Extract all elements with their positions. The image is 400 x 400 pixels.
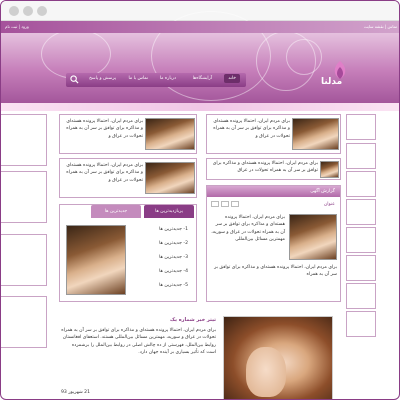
article-card-top-right[interactable]: برای مردم ایران، احتمالا پرونده هسته‌ای … <box>206 114 341 154</box>
right-side-box-1 <box>346 114 376 140</box>
left-side-box-1 <box>1 114 47 166</box>
tabbed-list-panel: پربازدیدترین ها جدیدترین ها 1- جدیدترین … <box>59 204 197 302</box>
list-item[interactable]: 1- جدیدترین ها <box>128 227 188 232</box>
article-thumbnail[interactable] <box>292 118 339 150</box>
news-title[interactable]: تیتر خبر شماره یک <box>91 317 216 324</box>
article-excerpt: برای مردم ایران، احتمالا پرونده هسته‌ای … <box>212 161 318 174</box>
article-excerpt: برای مردم ایران، احتمالا پرونده هسته‌ای … <box>66 163 143 183</box>
news-date: 21 شهریور 93 <box>61 390 91 395</box>
pager-prev-icon[interactable] <box>211 201 219 207</box>
list-item[interactable]: 4- جدیدترین ها <box>128 269 188 274</box>
tab-newest[interactable]: جدیدترین ها <box>91 205 141 218</box>
nav-item-home[interactable]: خانه <box>224 74 240 83</box>
article-card-mid-right[interactable]: برای مردم ایران، احتمالا پرونده هسته‌ای … <box>206 158 341 180</box>
right-side-box-5 <box>346 227 376 253</box>
left-side-box-4 <box>1 296 47 348</box>
list-item[interactable]: 2- جدیدترین ها <box>128 241 188 246</box>
nav-item-faq[interactable]: پرسش و پاسخ <box>89 76 116 81</box>
article-excerpt: برای مردم ایران، احتمالا پرونده هسته‌ای … <box>213 119 290 139</box>
article-excerpt: برای مردم ایران، احتمالا پرونده هسته‌ای … <box>66 119 143 139</box>
search-icon[interactable] <box>70 75 79 84</box>
right-side-box-6 <box>346 255 376 281</box>
left-side-box-3 <box>1 234 47 286</box>
window-button-minimize[interactable] <box>23 6 33 16</box>
nav-item-about[interactable]: درباره ما <box>160 76 176 81</box>
top-bar-left-text[interactable]: ورود | ثبت نام <box>5 24 29 29</box>
news-body: برای مردم ایران، احتمالا پرونده هسته‌ای … <box>61 328 216 355</box>
top-bar: ورود | ثبت نام تماس | نقشه سایت <box>1 21 399 33</box>
article-card-mid-left[interactable]: برای مردم ایران، احتمالا پرونده هسته‌ای … <box>59 158 197 198</box>
right-side-box-2 <box>346 143 376 169</box>
nav-item-contact[interactable]: تماس با ما <box>129 76 149 81</box>
right-side-box-8 <box>346 311 376 337</box>
window-button-close[interactable] <box>9 6 19 16</box>
featured-news-photo[interactable] <box>223 316 333 399</box>
ad-body-1: برای مردم ایران، احتمالا پرونده هسته‌ای … <box>211 215 285 242</box>
tab-bar: پربازدیدترین ها جدیدترین ها <box>60 205 196 218</box>
nav-item-salons[interactable]: آرایشگاه‌ها <box>193 76 212 81</box>
tab-most-viewed[interactable]: پربازدیدترین ها <box>144 205 194 218</box>
ad-thumbnail[interactable] <box>289 214 337 260</box>
window-button-maximize[interactable] <box>37 6 47 16</box>
page-frame: ورود | ثبت نام تماس | نقشه سایت مدلنا خا… <box>0 0 400 400</box>
pager-page-icon[interactable] <box>231 201 239 207</box>
ad-body-2: برای مردم ایران، احتمالا پرونده هسته‌ای … <box>214 265 337 278</box>
right-side-box-3 <box>346 171 376 197</box>
article-thumbnail[interactable] <box>145 118 195 150</box>
article-thumbnail[interactable] <box>320 161 339 178</box>
header-strip <box>1 103 399 111</box>
main-nav: خانه آرایشگاه‌ها درباره ما تماس با ما پر… <box>66 73 246 87</box>
list-thumbnail[interactable] <box>66 225 126 295</box>
right-side-box-7 <box>346 283 376 309</box>
list-item[interactable]: 3- جدیدترین ها <box>128 255 188 260</box>
article-card-top-left[interactable]: برای مردم ایران، احتمالا پرونده هسته‌ای … <box>59 114 197 154</box>
top-bar-right-text[interactable]: تماس | نقشه سایت <box>364 24 397 29</box>
right-side-box-4 <box>346 199 376 225</box>
pager-next-icon[interactable] <box>221 201 229 207</box>
article-thumbnail[interactable] <box>145 162 195 194</box>
ad-report-panel: گزارش آگهی عنوان برای مردم ایران، احتمال… <box>206 185 341 302</box>
logo-text: مدلنا <box>321 77 343 87</box>
ad-report-header: گزارش آگهی <box>207 186 340 197</box>
list-item[interactable]: 5- جدیدترین ها <box>128 283 188 288</box>
ad-title-label: عنوان <box>323 202 335 207</box>
left-side-box-2 <box>1 171 47 223</box>
